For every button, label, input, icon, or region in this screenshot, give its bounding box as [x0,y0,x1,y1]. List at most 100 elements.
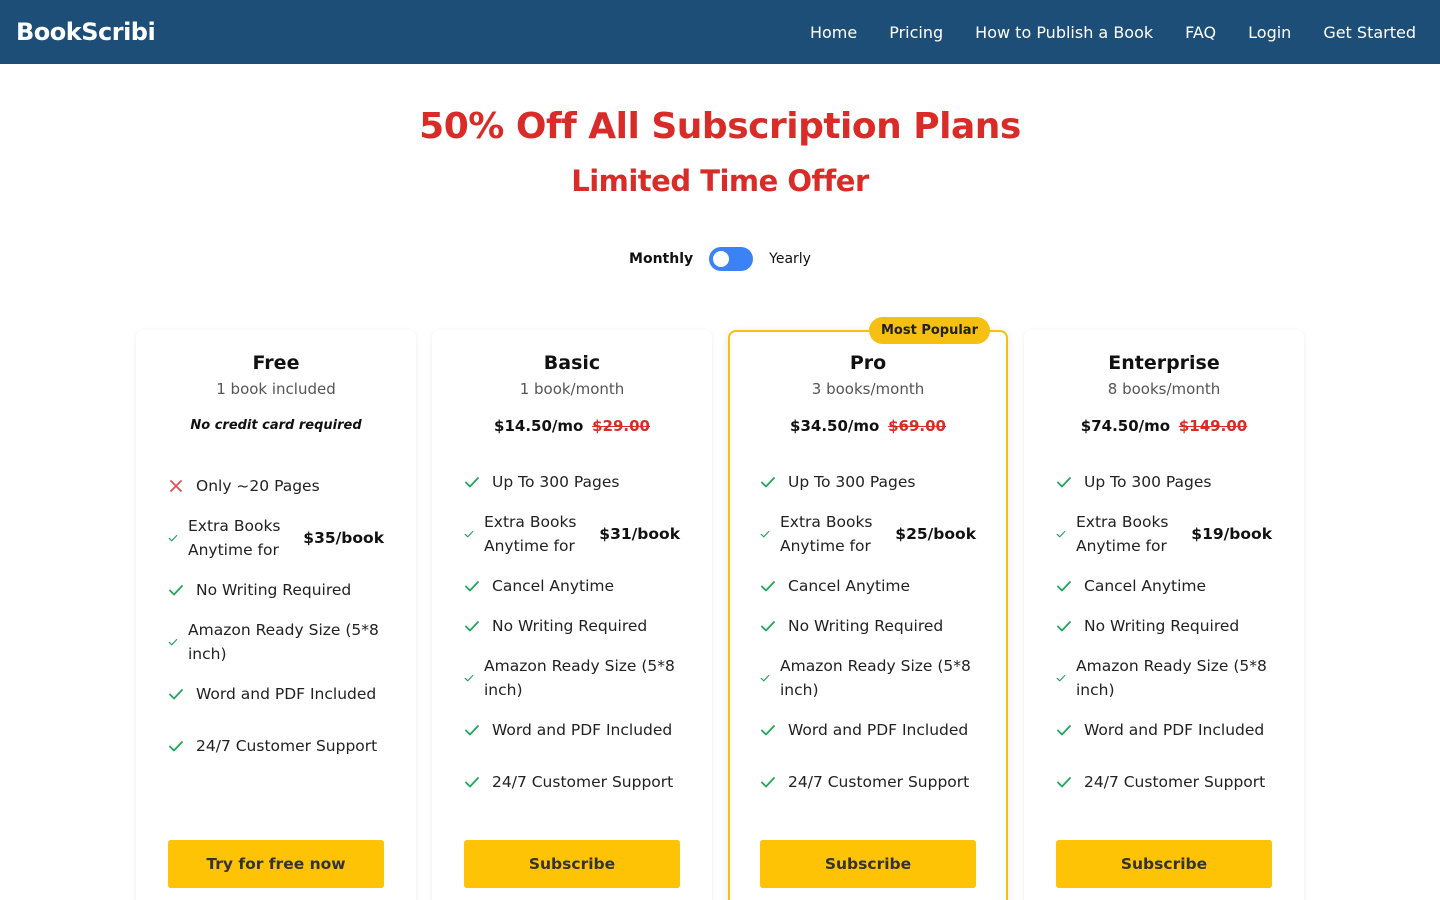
feature-text: Cancel Anytime [492,577,615,595]
feature-item: Extra Books Anytime for $19/book [1056,502,1272,566]
feature-text: Amazon Ready Size (5*8 inch) [188,621,379,663]
check-icon [169,585,183,596]
feature-list: Up To 300 Pages Extra Books Anytime for … [464,462,680,814]
feature-list: Only ~20 Pages Extra Books Anytime for $… [168,466,384,778]
price-row: $14.50/mo $29.00 [464,416,680,436]
check-icon [465,777,479,788]
check-icon [760,530,770,538]
feature-text: Word and PDF Included [196,685,377,703]
brand-logo[interactable]: BookScribi [16,18,156,46]
feature-item: No Writing Required [760,606,976,646]
check-icon [465,581,479,592]
subscribe-enterprise-button[interactable]: Subscribe [1056,840,1272,888]
extra-book-price: $19/book [1191,525,1272,543]
check-icon [1057,777,1071,788]
feature-text: Extra Books Anytime for [484,513,577,555]
feature-item: 24/7 Customer Support [760,750,976,814]
nav-link-faq[interactable]: FAQ [1185,23,1216,42]
billing-yearly-label[interactable]: Yearly [769,251,811,267]
feature-text: Cancel Anytime [1084,577,1207,595]
feature-text: Amazon Ready Size (5*8 inch) [484,657,675,699]
feature-text: Extra Books Anytime for [780,513,873,555]
feature-text: 24/7 Customer Support [492,773,674,791]
check-icon [1056,530,1066,538]
feature-item: Up To 300 Pages [464,462,680,502]
cross-icon [170,480,182,492]
feature-text: Up To 300 Pages [1084,473,1212,491]
check-icon [168,534,178,542]
check-icon [169,741,183,752]
check-icon [464,530,474,538]
feature-item: Up To 300 Pages [1056,462,1272,502]
check-icon [761,777,775,788]
plan-name: Enterprise [1108,352,1220,374]
feature-text: Word and PDF Included [1084,721,1265,739]
feature-item: Word and PDF Included [464,710,680,750]
plan-books: 8 books/month [1107,380,1221,398]
check-icon [760,674,770,682]
nav-link-get-started[interactable]: Get Started [1323,23,1416,42]
nav-link-how-to-publish[interactable]: How to Publish a Book [975,23,1153,42]
check-icon [761,477,775,488]
nav-link-home[interactable]: Home [810,23,857,42]
billing-monthly-label[interactable]: Monthly [629,251,693,267]
top-navbar: BookScribi Home Pricing How to Publish a… [0,0,1440,64]
plan-books: 1 book included [216,380,336,398]
extra-book-price: $31/book [599,525,680,543]
extra-book-price: $35/book [303,529,384,547]
feature-item: Amazon Ready Size (5*8 inch) [168,610,384,674]
feature-text: 24/7 Customer Support [788,773,970,791]
nav-links: Home Pricing How to Publish a Book FAQ L… [778,23,1416,42]
check-icon [1057,477,1071,488]
billing-period-toggle[interactable] [709,247,754,271]
feature-item: Amazon Ready Size (5*8 inch) [1056,646,1272,710]
feature-text: No Writing Required [1084,617,1240,635]
feature-item: Word and PDF Included [168,674,384,714]
extra-book-price: $25/book [895,525,976,543]
feature-text: Word and PDF Included [788,721,969,739]
nav-link-login[interactable]: Login [1248,23,1291,42]
check-icon [761,581,775,592]
check-icon [1057,725,1071,736]
price-row: $74.50/mo $149.00 [1056,416,1272,436]
feature-text: 24/7 Customer Support [1084,773,1266,791]
subscribe-basic-button[interactable]: Subscribe [464,840,680,888]
check-icon [1057,621,1071,632]
feature-item: 24/7 Customer Support [464,750,680,814]
billing-toggle-row: Monthly Yearly [0,247,1440,271]
feature-item: Cancel Anytime [1056,566,1272,606]
subscribe-pro-button[interactable]: Subscribe [760,840,976,888]
feature-item: Amazon Ready Size (5*8 inch) [760,646,976,710]
feature-text: Up To 300 Pages [492,473,620,491]
plan-card-basic: Basic 1 book/month $14.50/mo $29.00 Up T… [432,330,712,900]
feature-item: Extra Books Anytime for $35/book [168,506,384,570]
feature-item: 24/7 Customer Support [168,714,384,778]
feature-item: Cancel Anytime [464,566,680,606]
price-current: $14.50/mo [494,417,584,435]
feature-list: Up To 300 Pages Extra Books Anytime for … [760,462,976,814]
feature-text: Up To 300 Pages [788,473,916,491]
pricing-plans: Free 1 book included No credit card requ… [136,317,1304,900]
check-icon [465,477,479,488]
price-original: $69.00 [888,417,946,435]
promo-headline: 50% Off All Subscription Plans [419,106,1021,147]
toggle-knob [713,251,730,267]
price-original: $149.00 [1178,417,1248,435]
feature-item: No Writing Required [464,606,680,646]
check-icon [1056,674,1066,682]
feature-text: Amazon Ready Size (5*8 inch) [1076,657,1267,699]
try-free-button[interactable]: Try for free now [168,840,384,888]
plan-card-free: Free 1 book included No credit card requ… [136,330,416,900]
plan-card-pro: Most Popular Pro 3 books/month $34.50/mo… [728,317,1008,900]
feature-item: Word and PDF Included [1056,710,1272,750]
feature-text: No Writing Required [788,617,944,635]
price-row: $34.50/mo $69.00 [760,416,976,436]
price-original: $29.00 [592,417,650,435]
nav-link-pricing[interactable]: Pricing [889,23,943,42]
feature-text: Extra Books Anytime for [1076,513,1169,555]
check-icon [168,638,178,646]
feature-item: Extra Books Anytime for $25/book [760,502,976,566]
price-current: $74.50/mo [1080,417,1171,435]
price-current: $34.50/mo [790,417,880,435]
promo-subline: Limited Time Offer [571,164,869,198]
